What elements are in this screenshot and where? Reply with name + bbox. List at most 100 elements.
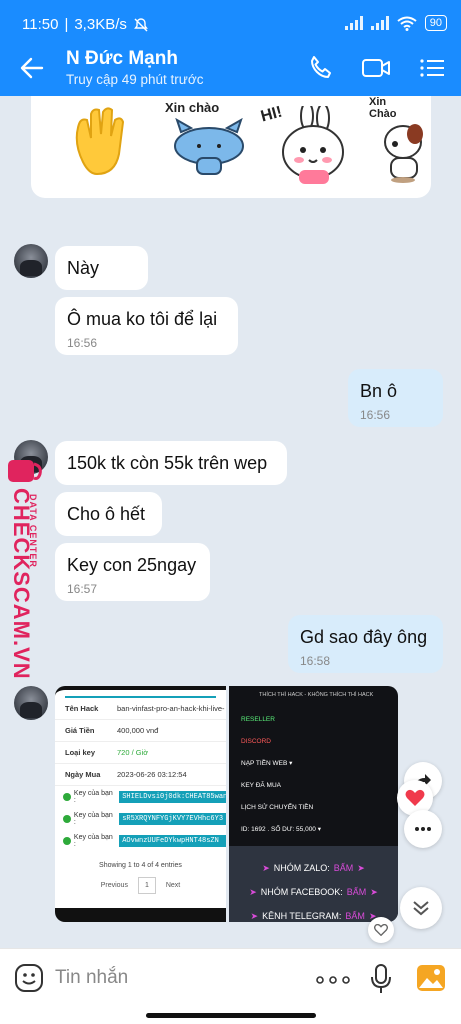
heart-icon xyxy=(405,789,425,806)
links-panel: ➤ NHÓM ZALO: BẤM ➤ ➤ NHÓM FACEBOOK: BẤM ➤ ➤ KÊN… xyxy=(229,846,398,922)
row-key: Ngày Mua xyxy=(65,770,101,779)
signal-1-icon xyxy=(344,16,363,30)
message-text: Cho ô hết xyxy=(67,504,146,524)
page-number: 1 xyxy=(137,877,156,894)
message-time: 16:58 xyxy=(300,654,331,668)
link-label: KÊNH TELEGRAM: xyxy=(262,911,342,921)
bunny-hi-icon xyxy=(282,106,344,184)
key-row: Key của bạn : SHIELDvsi0j0dk:CHEAT85wan1 xyxy=(55,786,226,808)
key-value: AOvwnzUUFeDYkwpHNT48sZN xyxy=(119,835,226,847)
message-text: 150k tk còn 55k trên wep xyxy=(67,453,268,473)
message-time: 16:56 xyxy=(360,408,391,422)
link-item: ➤ NHÓM FACEBOOK: BẤM ➤ xyxy=(249,886,378,898)
message-text: Ô mua ko tôi để lại xyxy=(67,309,218,329)
signal-2-icon xyxy=(370,16,389,30)
wifi-icon xyxy=(397,16,417,31)
link-action: BẤM xyxy=(346,887,367,897)
row-key: Tên Hack xyxy=(65,704,99,713)
row-value: 2023-06-26 03:12:54 xyxy=(117,770,187,779)
row-value: 720 / Giờ xyxy=(117,748,149,757)
image-gallery-icon[interactable] xyxy=(416,964,446,992)
status-dot xyxy=(63,837,71,845)
sticker-label: Xin chào xyxy=(165,100,220,115)
more-dots-icon[interactable] xyxy=(316,976,350,984)
row-value: 400,000 vnđ xyxy=(117,726,159,735)
menu-title: THÍCH THÌ HACK - KHÔNG THÍCH THÌ HACK xyxy=(259,692,374,698)
dark-menu: RESELLER DISCORD NẠP TIỀN WEB ▾ KEY ĐÃ M… xyxy=(229,708,398,840)
watermark-subtext: DATA CENTER xyxy=(28,494,38,568)
double-chevron-down-icon xyxy=(413,901,429,916)
home-indicator xyxy=(0,1008,461,1024)
chat-header: N Đức Mạnh Truy cập 49 phút trước xyxy=(0,40,461,96)
contact-name[interactable]: N Đức Mạnh xyxy=(66,48,178,70)
microphone-icon[interactable] xyxy=(370,963,392,995)
table-row: Loại key 720 / Giờ xyxy=(55,742,226,764)
avatar[interactable] xyxy=(14,686,48,720)
key-value: SHIELDvsi0j0dk:CHEAT85wan1 xyxy=(119,791,226,803)
account-info: ID: 1692 . SỐ DƯ: 55,000 ▾ xyxy=(241,826,321,833)
sticker-suggestions: Xin chào HI! Xin Chào xyxy=(31,96,431,198)
message-time: 16:57 xyxy=(67,582,98,596)
key-value: sR5XRQYNFYGjKVY7EVHhc6Y3 xyxy=(119,813,226,825)
link-action: BẤM xyxy=(333,863,354,873)
more-dots-icon xyxy=(415,827,431,831)
message-input[interactable]: Tin nhắn xyxy=(55,967,128,989)
scroll-down-button[interactable] xyxy=(400,887,442,929)
menu-item: RESELLER xyxy=(241,715,275,723)
message-bubble[interactable]: 150k tk còn 55k trên wep xyxy=(55,441,287,485)
message-input-bar: Tin nhắn xyxy=(0,948,461,1008)
row-value: ban-vinfast-pro-an-hack-khi-live- xyxy=(117,704,225,713)
message-text: Này xyxy=(67,258,100,278)
bunny-hi-sticker[interactable]: HI! xyxy=(259,96,349,192)
menu-item: KEY ĐÃ MUA xyxy=(241,781,281,789)
message-text: Key con 25ngay xyxy=(67,555,197,575)
message-bubble[interactable]: Bn ô 16:56 xyxy=(348,369,443,427)
table-row: Ngày Mua 2023-06-26 03:12:54 xyxy=(55,764,226,786)
like-button[interactable] xyxy=(368,917,394,943)
video-call-icon[interactable] xyxy=(361,54,391,82)
link-item: ➤ NHÓM ZALO: BẤM ➤ xyxy=(262,862,365,874)
row-key: Giá Tiền xyxy=(65,726,95,735)
key-label: Key của bạn : xyxy=(73,812,113,826)
screenshot-image-purchase[interactable]: Tên Hack ban-vinfast-pro-an-hack-khi-live… xyxy=(55,686,226,922)
more-options-button[interactable] xyxy=(404,810,442,848)
next-link: Next xyxy=(165,882,181,889)
key-label: Key của bạn : xyxy=(73,790,113,804)
menu-item: NẠP TIỀN WEB ▾ xyxy=(241,760,293,767)
message-bubble[interactable]: Key con 25ngay 16:57 xyxy=(55,543,210,601)
link-action: BẤM xyxy=(345,911,365,921)
table-row: Giá Tiền 400,000 vnđ xyxy=(55,720,226,742)
phone-icon[interactable] xyxy=(306,54,336,82)
status-speed: 3,3KB/s xyxy=(74,16,127,33)
link-label: NHÓM ZALO: xyxy=(273,863,330,873)
mute-bell-icon xyxy=(133,17,148,31)
message-bubble[interactable]: Gd sao đây ông 16:58 xyxy=(288,615,443,673)
emoji-icon[interactable] xyxy=(14,963,44,993)
status-time: 11:50 xyxy=(22,16,59,33)
avatar[interactable] xyxy=(14,244,48,278)
message-bubble[interactable]: Này xyxy=(55,246,148,290)
link-label: NHÓM FACEBOOK: xyxy=(260,887,343,897)
menu-item: LỊCH SỬ CHUYỂN TIỀN xyxy=(241,803,314,811)
status-bar: 11:50 | 3,3KB/s 90 xyxy=(0,0,461,40)
table-footer: Showing 1 to 4 of 4 entries xyxy=(99,862,182,869)
checkscam-logo-icon xyxy=(8,460,42,482)
back-arrow-icon[interactable] xyxy=(18,54,46,82)
battery-indicator: 90 xyxy=(424,15,447,31)
message-text: Bn ô xyxy=(360,381,398,401)
dog-hello-sticker[interactable]: Xin Chào xyxy=(361,96,431,192)
menu-list-icon[interactable] xyxy=(418,54,448,82)
prev-link: Previous xyxy=(100,882,128,889)
message-bubble[interactable]: Ô mua ko tôi để lại 16:56 xyxy=(55,297,238,355)
key-label: Key của bạn : xyxy=(73,834,113,848)
key-row: Key của bạn : sR5XRQYNFYGjKVY7EVHhc6Y3 xyxy=(55,808,226,830)
cat-hello-sticker[interactable]: Xin chào xyxy=(165,98,255,188)
dog-hello-icon xyxy=(384,124,423,183)
waving-hand-icon[interactable] xyxy=(61,102,141,182)
menu-item: DISCORD xyxy=(241,737,271,745)
sticker-label: Xin Chào xyxy=(369,96,397,120)
status-separator: | xyxy=(64,16,69,33)
screenshot-image-menu[interactable]: THÍCH THÌ HACK - KHÔNG THÍCH THÌ HACK RE… xyxy=(229,686,398,922)
status-dot xyxy=(63,793,71,801)
message-bubble[interactable]: Cho ô hết xyxy=(55,492,162,536)
